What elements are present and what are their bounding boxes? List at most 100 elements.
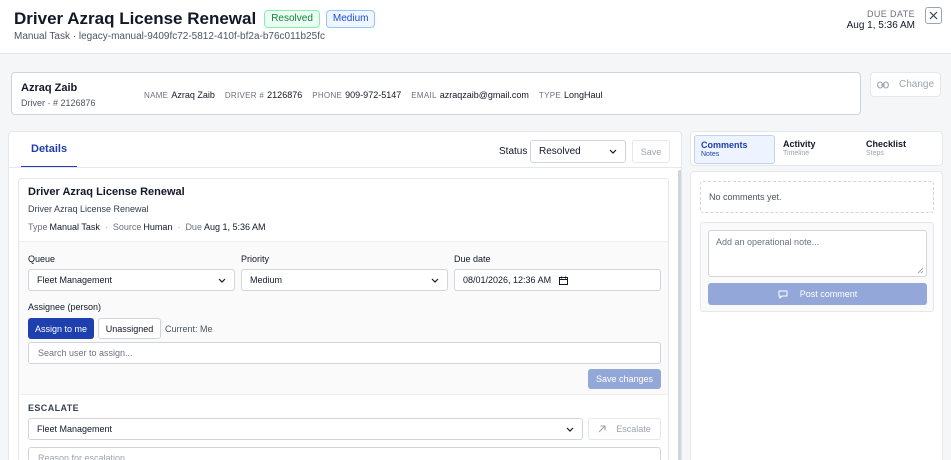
- priority-select-value: Medium: [250, 275, 283, 285]
- driver-field-type: TYPE LongHaul: [539, 90, 603, 100]
- comment-icon: [778, 290, 788, 299]
- priority-select[interactable]: Medium: [241, 269, 448, 291]
- close-button[interactable]: [925, 7, 942, 24]
- task-meta: Type Manual Task · Source Human · Due Aug 1…: [28, 222, 266, 232]
- escalation-reason-input[interactable]: Reason for escalation: [28, 447, 661, 460]
- field-value: 909-972-5147: [345, 90, 402, 100]
- driver-card: Azraq Zaib Driver · # 2126876 NAME Azraq …: [11, 72, 861, 115]
- note-input[interactable]: Add an operational note...: [708, 230, 927, 277]
- field-value: 2126876: [267, 90, 303, 100]
- chevron-down-icon: [609, 149, 617, 154]
- details-panel: Details Status Resolved Save Driver Azra…: [8, 131, 682, 460]
- chevron-down-icon: [566, 427, 574, 432]
- field-label: EMAIL: [411, 91, 437, 100]
- tab-details[interactable]: Details: [21, 132, 78, 168]
- meta-value: Manual Task: [49, 222, 100, 232]
- meta-source: Source Human: [113, 222, 173, 232]
- escalate-heading: ESCALATE: [28, 403, 80, 413]
- field-label: DRIVER #: [224, 91, 265, 100]
- due-date-block: DUE DATE Aug 1, 5:36 AM: [847, 9, 915, 31]
- change-label: Change: [898, 79, 935, 90]
- empty-comments: No comments yet.: [700, 181, 934, 213]
- field-label: NAME: [144, 91, 169, 100]
- scrollbar[interactable]: [678, 170, 681, 460]
- field-value: azraqzaib@gmail.com: [439, 90, 529, 100]
- queue-select[interactable]: Fleet Management: [28, 269, 235, 291]
- meta-label: Source: [112, 222, 142, 232]
- driver-field-email: EMAIL azraqzaib@gmail.com: [411, 90, 529, 100]
- current-assignee: Current: Me: [165, 324, 213, 334]
- resize-handle-icon[interactable]: [917, 267, 924, 274]
- tab-subtitle: Timeline: [783, 150, 810, 157]
- task-description: Driver Azraq License Renewal: [28, 204, 149, 214]
- escalate-button-label: Escalate: [616, 424, 651, 434]
- priority-label: Priority: [241, 254, 270, 264]
- unassigned-button[interactable]: Unassigned: [98, 318, 161, 339]
- status-badge: Resolved: [264, 10, 320, 28]
- chevron-down-icon: [431, 278, 439, 283]
- meta-type: Type Manual Task: [28, 222, 100, 232]
- meta-due: Due Aug 1, 5:36 AM: [185, 222, 265, 232]
- chevron-down-icon: [218, 278, 226, 283]
- field-value: LongHaul: [564, 90, 603, 100]
- save-status-button[interactable]: Save: [632, 140, 670, 163]
- post-comment-label: Post comment: [799, 289, 858, 299]
- post-comment-button[interactable]: Post comment: [708, 283, 927, 305]
- page-header: Driver Azraq License Renewal Resolved Me…: [0, 0, 951, 54]
- tab-title: Checklist: [866, 139, 907, 149]
- due-date-input-value: 08/01/2026, 12:36 AM: [463, 275, 552, 285]
- meta-separator: ·: [177, 222, 181, 232]
- meta-value: Aug 1, 5:36 AM: [203, 222, 266, 232]
- tab-title: Activity: [783, 139, 816, 149]
- driver-field-name: NAME Azraq Zaib: [144, 90, 215, 100]
- note-composer: Add an operational note... Post comment: [700, 222, 934, 312]
- arrow-up-right-icon: [598, 425, 606, 433]
- side-tabs: Comments Notes Activity Timeline Checkli…: [690, 131, 943, 166]
- tab-activity[interactable]: Activity Timeline: [777, 135, 858, 164]
- change-driver-button[interactable]: Change: [870, 72, 941, 97]
- assignee-label: Assignee (person): [28, 302, 102, 312]
- task-title: Driver Azraq License Renewal: [28, 186, 185, 198]
- task-subtitle: Manual Task · legacy-manual-9409fc72-581…: [14, 31, 325, 42]
- meta-label: Due: [185, 222, 202, 232]
- tab-title: Comments: [701, 140, 748, 150]
- due-date-field-label: Due date: [454, 254, 491, 264]
- link-icon: [877, 80, 889, 89]
- driver-name: Azraq Zaib: [21, 82, 78, 94]
- tab-comments[interactable]: Comments Notes: [694, 135, 775, 164]
- calendar-icon[interactable]: [559, 276, 569, 285]
- queue-label: Queue: [28, 254, 56, 264]
- status-select-value: Resolved: [539, 146, 581, 157]
- meta-label: Type: [28, 222, 48, 232]
- assign-to-me-button[interactable]: Assign to me: [28, 318, 94, 339]
- field-label: TYPE: [538, 91, 562, 100]
- field-label: PHONE: [312, 91, 343, 100]
- comments-body: No comments yet. Add an operational note…: [690, 171, 943, 460]
- tab-checklist[interactable]: Checklist Steps: [860, 135, 941, 164]
- tabs-divider: [9, 167, 681, 168]
- assignee-search-input[interactable]: Search user to assign...: [28, 342, 661, 364]
- tab-subtitle: Notes: [701, 151, 720, 158]
- note-placeholder: Add an operational note...: [716, 237, 820, 247]
- status-select[interactable]: Resolved: [530, 140, 626, 163]
- escalate-queue-select[interactable]: Fleet Management: [28, 418, 583, 440]
- queue-select-value: Fleet Management: [37, 275, 113, 285]
- page-title: Driver Azraq License Renewal: [14, 9, 257, 28]
- close-icon: [929, 11, 938, 20]
- due-date-input[interactable]: 08/01/2026, 12:36 AM: [454, 269, 661, 291]
- escalate-button[interactable]: Escalate: [588, 418, 661, 440]
- driver-fields: NAME Azraq Zaib DRIVER #2126876 PHONE 909-…: [144, 90, 603, 100]
- task-detail-card: Driver Azraq License Renewal Driver Azra…: [18, 178, 669, 460]
- tab-subtitle: Steps: [866, 150, 884, 157]
- priority-badge: Medium: [325, 10, 376, 28]
- assignment-form: Queue Fleet Management Priority Medium D…: [19, 241, 668, 395]
- save-changes-button[interactable]: Save changes: [588, 369, 661, 389]
- title-row: Driver Azraq License Renewal Resolved Me…: [14, 9, 376, 29]
- due-date-label: DUE DATE: [866, 9, 915, 19]
- meta-separator: ·: [104, 222, 108, 232]
- due-date-value: Aug 1, 5:36 AM: [846, 20, 915, 31]
- field-value: Azraq Zaib: [171, 90, 215, 100]
- status-label: Status: [499, 146, 528, 157]
- meta-value: Human: [143, 222, 173, 232]
- driver-field-phone: PHONE 909-972-5147: [312, 90, 401, 100]
